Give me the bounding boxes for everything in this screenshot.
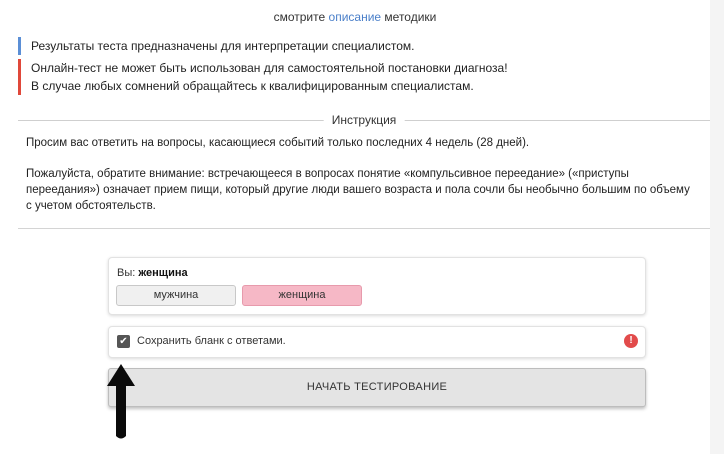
instructions-paragraph-2: Пожалуйста, обратите внимание: встречающ… bbox=[26, 168, 690, 212]
methodology-link[interactable]: описание bbox=[329, 10, 382, 24]
gender-selector-card: Вы: женщина мужчина женщина bbox=[108, 257, 646, 315]
methodology-prefix: смотрите bbox=[273, 10, 326, 24]
warning-notice: Онлайн-тест не может быть использован дл… bbox=[18, 59, 508, 95]
gender-caption-prefix: Вы: bbox=[117, 267, 136, 279]
warning-line-1: Онлайн-тест не может быть использован дл… bbox=[31, 61, 508, 75]
section-divider bbox=[18, 228, 710, 229]
gender-selected-value: женщина bbox=[138, 267, 188, 279]
instructions-paragraph-1: Просим вас ответить на вопросы, касающие… bbox=[26, 137, 530, 149]
warning-line-2: В случае любых сомнений обращайтесь к кв… bbox=[31, 79, 474, 93]
save-form-card: ✔ Сохранить бланк с ответами. ! bbox=[108, 326, 646, 358]
info-notice: Результаты теста предназначены для интер… bbox=[18, 37, 414, 55]
instructions-title: Инструкция bbox=[323, 113, 405, 127]
info-notice-text: Результаты теста предназначены для интер… bbox=[31, 39, 415, 53]
gender-male-button[interactable]: мужчина bbox=[116, 285, 236, 306]
save-form-label[interactable]: Сохранить бланк с ответами. bbox=[137, 335, 286, 347]
instructions-header: Инструкция bbox=[18, 113, 710, 127]
gender-caption: Вы: женщина bbox=[117, 267, 188, 279]
methodology-suffix: методики bbox=[384, 10, 437, 24]
gender-female-button[interactable]: женщина bbox=[242, 285, 362, 306]
page: смотрите описание методики Результаты те… bbox=[0, 0, 710, 454]
arrow-up-icon bbox=[107, 364, 135, 439]
start-test-button[interactable]: НАЧАТЬ ТЕСТИРОВАНИЕ bbox=[108, 368, 646, 407]
save-form-checkbox[interactable]: ✔ bbox=[117, 335, 130, 348]
methodology-line: смотрите описание методики bbox=[0, 10, 710, 24]
alert-icon[interactable]: ! bbox=[624, 334, 638, 348]
